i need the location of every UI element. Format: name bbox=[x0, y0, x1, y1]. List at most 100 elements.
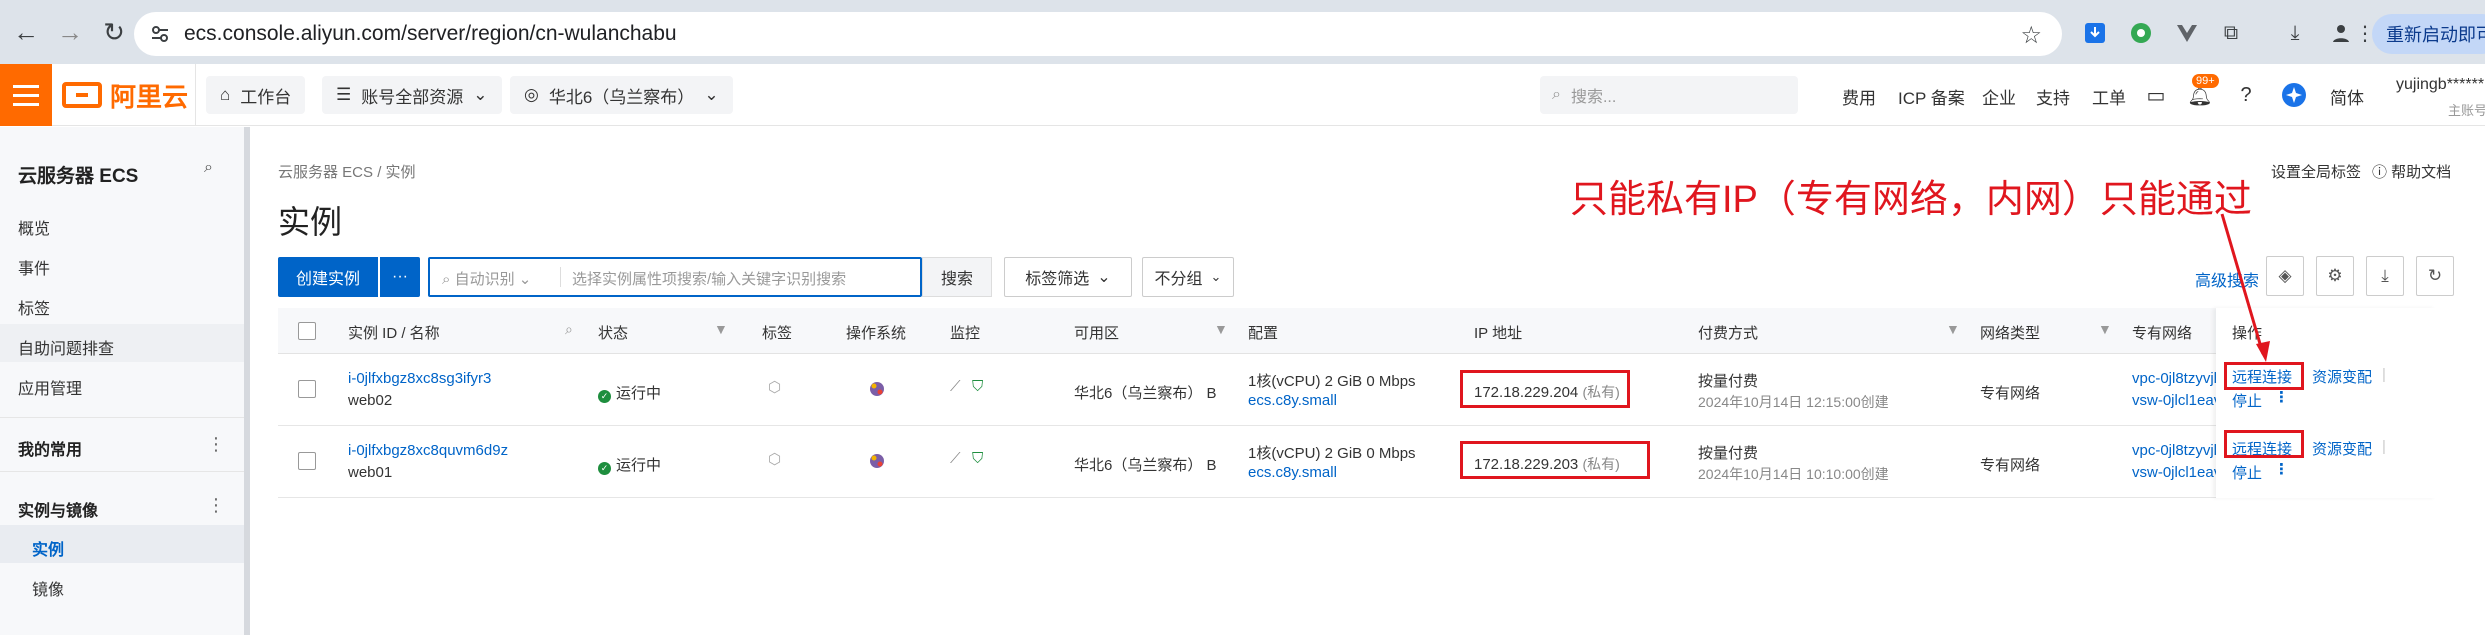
divider: | bbox=[2382, 438, 2386, 455]
search-mode-select[interactable]: ⌕ 自动识别 ⌄ bbox=[442, 268, 531, 289]
download-ext-icon[interactable] bbox=[2080, 18, 2110, 48]
sidebar-item-apps[interactable]: 应用管理 bbox=[18, 375, 82, 399]
extensions-puzzle-icon[interactable]: ⧉ bbox=[2216, 18, 2246, 48]
select-all-checkbox[interactable] bbox=[298, 322, 316, 340]
back-icon[interactable]: ← bbox=[8, 14, 44, 50]
region-dropdown[interactable]: ◎ 华北6（乌兰察布） ⌄ bbox=[510, 76, 733, 114]
address-bar[interactable]: ecs.console.aliyun.com/server/region/cn-… bbox=[134, 12, 2062, 56]
monitor-chart-icon[interactable]: ⟋ bbox=[950, 378, 961, 395]
nav-link-support[interactable]: 支持 bbox=[2036, 84, 2070, 109]
assistant-icon[interactable] bbox=[2280, 81, 2308, 109]
instance-id-link[interactable]: i-0jlfxbgz8xc8sg3ifyr3 bbox=[348, 370, 491, 387]
check-circle-icon: ✓ bbox=[598, 390, 611, 403]
search-icon: ⌕ bbox=[442, 271, 455, 288]
zone: 华北6（乌兰察布） B bbox=[1074, 385, 1217, 402]
help-doc-link[interactable]: ⓘ 帮助文档 bbox=[2372, 161, 2451, 182]
aliyun-logo[interactable]: 阿里云 bbox=[62, 77, 188, 113]
group-select[interactable]: 不分组 ⌄ bbox=[1142, 257, 1234, 297]
billing-type: 按量付费 bbox=[1698, 445, 1759, 462]
create-more-button[interactable]: ··· bbox=[380, 257, 420, 297]
more-icon[interactable]: ⋮ bbox=[207, 495, 225, 516]
extension-green-icon[interactable] bbox=[2126, 18, 2156, 48]
shield-check-icon[interactable]: ⛉ bbox=[972, 450, 983, 467]
sidebar-item-instances[interactable]: 实例 bbox=[32, 536, 64, 560]
page-title: 实例 bbox=[278, 204, 343, 240]
row-checkbox[interactable] bbox=[298, 452, 316, 470]
tag-filter-button[interactable]: 标签筛选 ⌄ bbox=[1004, 257, 1132, 297]
divider bbox=[0, 471, 244, 472]
tag-icon[interactable]: ⬡ bbox=[768, 378, 781, 396]
create-instance-button[interactable]: 创建实例 bbox=[278, 257, 378, 297]
resize-link[interactable]: 资源变配 bbox=[2312, 366, 2372, 387]
global-search-input[interactable]: ⌕ 搜索... bbox=[1540, 76, 1798, 114]
stop-link[interactable]: 停止 bbox=[2232, 462, 2262, 483]
account-resources-dropdown[interactable]: ☰ 账号全部资源 ⌄ bbox=[322, 76, 502, 114]
sidebar-resize-handle[interactable] bbox=[244, 127, 250, 635]
search-icon[interactable]: ⌕ bbox=[204, 159, 213, 177]
gear-icon[interactable]: ⚙ bbox=[2316, 256, 2354, 296]
filter-icon[interactable]: ▼ bbox=[2098, 321, 2112, 337]
instance-id-link[interactable]: i-0jlfxbgz8xc8quvm6d9z bbox=[348, 442, 508, 459]
filter-icon[interactable]: ▼ bbox=[714, 321, 728, 337]
nav-link-icp[interactable]: ICP 备案 bbox=[1898, 84, 1965, 109]
aliyun-logo-mark-icon bbox=[62, 82, 102, 108]
layers-icon[interactable]: ◈ bbox=[2266, 256, 2304, 296]
resize-link[interactable]: 资源变配 bbox=[2312, 438, 2372, 459]
breadcrumb-ecs[interactable]: 云服务器 ECS bbox=[278, 164, 373, 181]
export-icon[interactable]: ⤓ bbox=[2366, 256, 2404, 296]
nav-link-enterprise[interactable]: 企业 bbox=[1982, 84, 2016, 109]
reload-icon[interactable]: ↻ bbox=[96, 14, 132, 50]
monitor-chart-icon[interactable]: ⟋ bbox=[950, 450, 961, 467]
chevron-down-icon: ⌄ bbox=[514, 271, 532, 288]
restart-update-button[interactable]: 重新启动即可更 bbox=[2372, 14, 2485, 54]
list-icon: ☰ bbox=[336, 85, 352, 104]
advanced-search-link[interactable]: 高级搜索 bbox=[2195, 267, 2259, 291]
sidebar-item-troubleshoot[interactable]: 自助问题排查 bbox=[18, 335, 114, 359]
column-header: 标签 bbox=[762, 325, 793, 342]
stop-link[interactable]: 停止 bbox=[2232, 390, 2262, 411]
sidebar-item-overview[interactable]: 概览 bbox=[18, 215, 50, 239]
column-header: 配置 bbox=[1248, 325, 1279, 342]
more-icon[interactable]: ⋮ bbox=[207, 434, 225, 455]
column-header: 专有网络 bbox=[2132, 325, 2193, 342]
user-account[interactable]: yujingb******... bbox=[2396, 76, 2485, 94]
instance-search-input[interactable]: ⌕ 自动识别 ⌄ 选择实例属性项搜索/输入关键字识别搜索 bbox=[428, 257, 922, 297]
sidebar-item-images[interactable]: 镜像 bbox=[32, 576, 64, 600]
sidebar-group-favorites[interactable]: 我的常用 bbox=[18, 436, 82, 460]
terminal-icon[interactable]: ▭ bbox=[2142, 81, 2170, 109]
sidebar-item-events[interactable]: 事件 bbox=[18, 255, 50, 279]
workbench-button[interactable]: ⌂ 工作台 bbox=[206, 76, 306, 114]
vpc-link[interactable]: vpc-0jl8tzyvjlc bbox=[2132, 370, 2225, 387]
sidebar-group-instances[interactable]: 实例与镜像 bbox=[18, 497, 98, 521]
site-settings-icon[interactable] bbox=[140, 14, 180, 54]
filter-icon[interactable]: ▼ bbox=[1214, 321, 1228, 337]
nav-link-ticket[interactable]: 工单 bbox=[2092, 84, 2126, 109]
row-checkbox[interactable] bbox=[298, 380, 316, 398]
downloads-icon[interactable]: ⤓ bbox=[2280, 18, 2310, 48]
url-text[interactable]: ecs.console.aliyun.com/server/region/cn-… bbox=[184, 22, 677, 46]
search-button[interactable]: 搜索 bbox=[922, 257, 992, 297]
created-time: 2024年10月14日 12:15:00创建 bbox=[1698, 394, 1889, 410]
vswitch-link[interactable]: vsw-0jlcl1eavr bbox=[2132, 392, 2226, 409]
sidebar-item-tags[interactable]: 标签 bbox=[18, 295, 50, 319]
global-tags-link[interactable]: 设置全局标签 bbox=[2271, 161, 2361, 182]
hamburger-menu-icon[interactable] bbox=[0, 64, 52, 126]
more-icon[interactable]: ⋮ bbox=[2274, 460, 2289, 478]
help-icon[interactable]: ? bbox=[2232, 81, 2260, 109]
shield-check-icon[interactable]: ⛉ bbox=[972, 378, 983, 395]
extension-vue-icon[interactable] bbox=[2172, 18, 2202, 48]
refresh-icon[interactable]: ↻ bbox=[2416, 256, 2454, 296]
tag-icon[interactable]: ⬡ bbox=[768, 450, 781, 468]
filter-icon[interactable]: ▼ bbox=[1946, 321, 1960, 337]
nav-link-billing[interactable]: 费用 bbox=[1842, 84, 1876, 109]
instance-type-link[interactable]: ecs.c8y.small bbox=[1248, 464, 1337, 481]
language-switch[interactable]: 简体 bbox=[2330, 84, 2364, 109]
vpc-link[interactable]: vpc-0jl8tzyvjlc bbox=[2132, 442, 2225, 459]
vswitch-link[interactable]: vsw-0jlcl1eavr bbox=[2132, 464, 2226, 481]
forward-icon[interactable]: → bbox=[52, 14, 88, 50]
search-icon[interactable]: ⌕ bbox=[565, 321, 573, 338]
more-icon[interactable]: ⋮ bbox=[2274, 388, 2289, 406]
bookmark-star-icon[interactable]: ☆ bbox=[2020, 21, 2042, 50]
column-header: 操作系统 bbox=[846, 325, 907, 342]
instance-type-link[interactable]: ecs.c8y.small bbox=[1248, 392, 1337, 409]
